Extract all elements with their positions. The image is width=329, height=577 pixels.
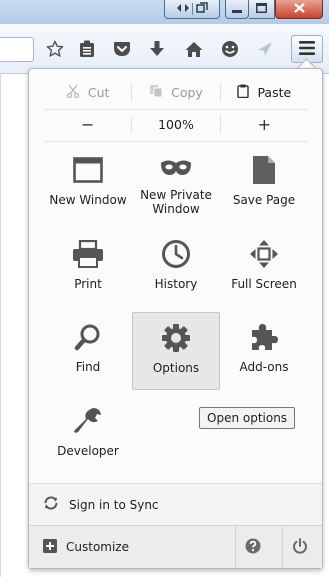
- zoom-in-button[interactable]: +: [219, 114, 308, 134]
- share-icon[interactable]: [253, 37, 277, 61]
- edit-controls: Cut Copy Paste: [44, 81, 308, 103]
- full-screen-label: Full Screen: [231, 277, 297, 291]
- save-page-button[interactable]: Save Page: [220, 138, 308, 216]
- addons-button[interactable]: Add-ons: [220, 305, 308, 383]
- power-icon: [292, 537, 308, 557]
- main-menu-panel: Cut Copy Paste − 100% + New Window New P…: [28, 68, 323, 569]
- download-icon[interactable]: [145, 37, 169, 61]
- sync-label: Sign in to Sync: [69, 497, 159, 512]
- plus-box-icon: [43, 538, 57, 556]
- title-bar: [0, 0, 329, 24]
- zoom-out-button[interactable]: −: [44, 115, 131, 134]
- customize-button[interactable]: Customize: [43, 526, 129, 568]
- wrench-icon: [72, 405, 104, 437]
- new-private-window-button[interactable]: New Private Window: [132, 138, 220, 216]
- paste-label: Paste: [257, 84, 292, 100]
- maximize-button[interactable]: [249, 0, 275, 19]
- clipboard-icon: [237, 84, 250, 101]
- customize-label: Customize: [66, 540, 129, 554]
- developer-label: Developer: [57, 444, 119, 458]
- minimize-icon: [232, 3, 242, 16]
- save-page-label: Save Page: [232, 193, 296, 207]
- options-label: Options: [152, 361, 200, 375]
- gear-icon: [160, 322, 192, 354]
- fullscreen-arrows-icon: [248, 238, 280, 270]
- copy-label: Copy: [171, 84, 203, 100]
- new-window-button[interactable]: New Window: [44, 138, 132, 216]
- window-icon: [72, 154, 104, 186]
- bookmark-star-icon[interactable]: [43, 37, 67, 61]
- help-icon: [245, 538, 261, 557]
- close-icon: [293, 2, 305, 16]
- history-button[interactable]: History: [132, 222, 220, 300]
- puzzle-icon: [248, 321, 280, 353]
- mask-icon: [160, 154, 192, 181]
- addons-label: Add-ons: [239, 360, 289, 374]
- close-button[interactable]: [275, 0, 323, 19]
- history-label: History: [154, 277, 198, 291]
- print-button[interactable]: Print: [44, 222, 132, 300]
- new-private-window-label: New Private Window: [140, 188, 212, 216]
- zoom-controls: − 100% +: [44, 113, 308, 135]
- find-button[interactable]: Find: [44, 305, 132, 383]
- developer-button[interactable]: Developer: [44, 389, 132, 467]
- zoom-in-label: +: [257, 114, 272, 134]
- new-window-label: New Window: [49, 193, 127, 207]
- window-nav-buttons[interactable]: [164, 0, 220, 19]
- magnifier-icon: [72, 321, 104, 353]
- pocket-icon[interactable]: [110, 37, 134, 61]
- printer-icon: [72, 238, 104, 270]
- hamburger-menu-icon: [299, 40, 315, 58]
- options-button[interactable]: Options: [132, 312, 220, 390]
- divider: [44, 109, 308, 110]
- help-button[interactable]: [235, 526, 270, 568]
- maximize-icon: [256, 2, 267, 16]
- cut-label: Cut: [87, 84, 110, 100]
- social-icon[interactable]: [218, 37, 242, 61]
- minimize-button[interactable]: [225, 0, 249, 19]
- cut-button[interactable]: Cut: [44, 84, 131, 101]
- zoom-level: 100%: [158, 116, 194, 132]
- home-icon[interactable]: [182, 37, 206, 61]
- reading-list-icon[interactable]: [75, 37, 99, 61]
- panel-footer: Customize: [29, 525, 322, 568]
- sync-icon: [43, 495, 59, 514]
- page-border: [0, 74, 1, 577]
- quit-button[interactable]: [282, 526, 317, 568]
- restore-icon[interactable]: [196, 2, 208, 16]
- page-icon: [248, 154, 280, 186]
- navigation-toolbar: [0, 24, 329, 74]
- paste-button[interactable]: Paste: [219, 83, 308, 101]
- zoom-reset-button[interactable]: 100%: [131, 116, 219, 132]
- find-label: Find: [75, 360, 101, 374]
- full-screen-button[interactable]: Full Screen: [220, 222, 308, 300]
- divider: [192, 3, 193, 15]
- copy-button[interactable]: Copy: [131, 83, 219, 101]
- back-forward-icon[interactable]: [176, 3, 190, 16]
- zoom-out-label: −: [80, 114, 95, 134]
- clock-icon: [160, 238, 192, 270]
- print-label: Print: [74, 277, 102, 291]
- sign-in-sync-button[interactable]: Sign in to Sync: [29, 483, 322, 525]
- scissors-icon: [66, 84, 80, 101]
- copy-icon: [149, 84, 163, 101]
- url-bar[interactable]: [0, 37, 34, 62]
- options-tooltip: Open options: [199, 407, 296, 429]
